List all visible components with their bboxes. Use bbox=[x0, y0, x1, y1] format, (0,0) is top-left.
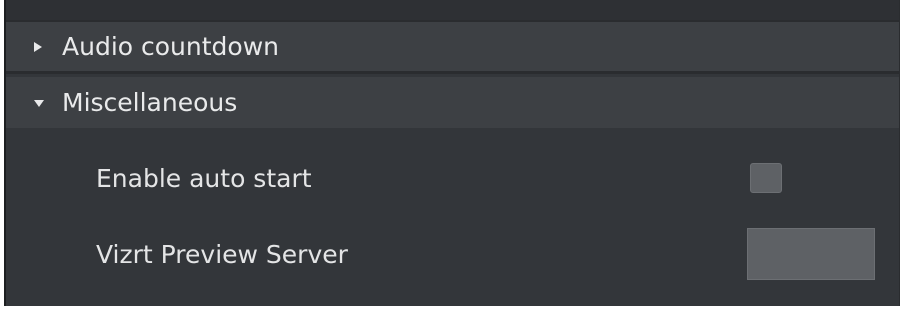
triangle-right-icon bbox=[32, 40, 58, 54]
previous-section-edge bbox=[6, 0, 899, 22]
vizrt-preview-server-label: Vizrt Preview Server bbox=[96, 239, 348, 269]
vizrt-preview-server-input[interactable] bbox=[747, 228, 875, 280]
section-title-audio-countdown: Audio countdown bbox=[62, 32, 279, 61]
setting-row-enable-auto-start: Enable auto start bbox=[6, 152, 899, 204]
settings-panel: Audio countdown Miscellaneous Enable aut… bbox=[4, 0, 900, 306]
enable-auto-start-checkbox[interactable] bbox=[750, 163, 782, 193]
enable-auto-start-label: Enable auto start bbox=[96, 163, 312, 193]
setting-row-vizrt-preview-server: Vizrt Preview Server bbox=[6, 226, 899, 282]
section-header-miscellaneous[interactable]: Miscellaneous bbox=[6, 77, 899, 128]
section-header-audio-countdown[interactable]: Audio countdown bbox=[6, 22, 899, 74]
section-title-miscellaneous: Miscellaneous bbox=[62, 88, 238, 117]
triangle-down-icon bbox=[32, 97, 58, 109]
